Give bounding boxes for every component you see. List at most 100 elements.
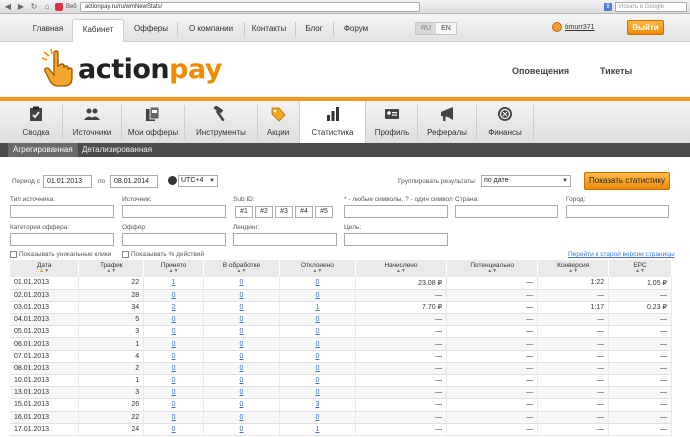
column-header-processing[interactable]: В обработке ▲▼ [203,260,280,277]
cell-rejected-link[interactable]: 0 [315,292,319,299]
show-unique-clicks-checkbox[interactable]: Показывать уникальные клики [10,251,111,258]
timezone-select[interactable]: UTC+4 ▼ [178,175,218,187]
nav-promotions[interactable]: Акции [258,101,298,143]
landing-input[interactable] [233,233,337,246]
cell-rejected-link[interactable]: 0 [315,414,319,421]
cell-rejected-link[interactable]: 1 [315,304,319,311]
subid-4-button[interactable]: #4 [295,206,313,218]
nav-finance[interactable]: Финансы [477,101,533,143]
lang-en[interactable]: EN [436,23,456,34]
cell-rejected-link[interactable]: 1 [315,426,319,433]
tab-aggregated[interactable]: Агрегированная [8,143,78,157]
cell-accepted-link[interactable]: 0 [172,401,176,408]
cell-rejected-link[interactable]: 0 [315,341,319,348]
period-to-input[interactable]: 08.01.2014 [110,175,158,188]
cell-accepted-link[interactable]: 0 [172,426,176,433]
topnav-blog[interactable]: Блог [297,19,331,42]
source-input[interactable] [122,205,226,218]
column-header-accrued[interactable]: Начислено ▲▼ [355,260,448,277]
reload-icon[interactable]: ↻ [29,2,39,12]
lang-ru[interactable]: RU [416,23,436,34]
cell-processing-link[interactable]: 0 [240,341,244,348]
column-header-accepted[interactable]: Принято ▲▼ [143,260,204,277]
cell-rejected-link[interactable]: 0 [315,389,319,396]
cell-accepted-link[interactable]: 0 [172,365,176,372]
topnav-home[interactable]: Главная [28,19,68,42]
column-header-traffic[interactable]: Трафик ▲▼ [78,260,145,277]
cell-accepted-link[interactable]: 0 [172,389,176,396]
goal-input[interactable] [344,233,448,246]
cell-rejected-link[interactable]: 0 [315,353,319,360]
topnav-forum[interactable]: Форум [335,19,377,42]
actionpay-logo[interactable]: actionpay [40,48,222,90]
cell-processing-link[interactable]: 0 [240,426,244,433]
back-icon[interactable]: ◀ [3,2,13,12]
username-link[interactable]: timurr371 [565,24,595,31]
nav-profile[interactable]: Профиль [367,101,417,143]
cell-processing-link[interactable]: 0 [240,279,244,286]
cell-rejected-link[interactable]: 0 [315,328,319,335]
cell-processing-link[interactable]: 0 [240,316,244,323]
nav-referrals[interactable]: Рефералы [418,101,476,143]
subid-1-button[interactable]: #1 [235,206,253,218]
offer-input[interactable] [122,233,226,246]
cell-accepted-link[interactable]: 1 [172,279,176,286]
user-menu[interactable]: timurr371 [552,22,595,32]
source-type-input[interactable] [10,205,114,218]
cell-accepted-link[interactable]: 0 [172,377,176,384]
nav-summary[interactable]: Сводка [10,101,62,143]
nav-my-offers[interactable]: Мои офферы [122,101,184,143]
cell-processing-link[interactable]: 0 [240,414,244,421]
tab-detailed[interactable]: Детализированная [77,143,157,157]
browser-search-input[interactable]: Искать в Google [615,1,687,12]
nav-statistics[interactable]: Статистика [299,101,366,143]
cell-rejected-link[interactable]: 0 [315,316,319,323]
cell-processing-link[interactable]: 0 [240,365,244,372]
subid-5-button[interactable]: #5 [315,206,333,218]
cell-accepted-link[interactable]: 0 [172,328,176,335]
topnav-contacts[interactable]: Контакты [246,19,292,42]
topnav-cabinet[interactable]: Кабинет [72,19,124,42]
cell-accepted-link[interactable]: 0 [172,316,176,323]
column-header-epc[interactable]: EPC ▲▼ [608,260,672,277]
search-engine-icon[interactable]: 8 [604,2,612,11]
show-percent-actions-checkbox[interactable]: Показывать % действий [122,251,204,258]
column-header-conversion[interactable]: Конверсия ▲▼ [537,260,610,277]
topnav-offers[interactable]: Офферы [128,19,174,42]
browser-tab-label[interactable]: Веб [66,4,77,10]
country-input[interactable] [455,205,558,218]
cell-accepted-link[interactable]: 0 [172,292,176,299]
cell-accepted-link[interactable]: 0 [172,414,176,421]
logout-button[interactable]: Выйти [627,20,664,35]
column-header-rejected[interactable]: Отклонено ▲▼ [279,260,356,277]
cell-accepted-link[interactable]: 0 [172,353,176,360]
cell-processing-link[interactable]: 0 [240,353,244,360]
cell-processing-link[interactable]: 0 [240,401,244,408]
tickets-link[interactable]: Тикеты [600,66,632,76]
show-statistics-button[interactable]: Показать статистику [584,172,670,190]
cell-processing-link[interactable]: 0 [240,328,244,335]
subid-2-button[interactable]: #2 [255,206,273,218]
cell-processing-link[interactable]: 0 [240,377,244,384]
cell-rejected-link[interactable]: 3 [315,401,319,408]
cell-rejected-link[interactable]: 0 [315,377,319,384]
period-from-input[interactable]: 01.01.2013 [43,175,92,188]
nav-sources[interactable]: Источники [63,101,121,143]
column-header-date[interactable]: Дата ▲▼ [10,260,80,277]
group-results-select[interactable]: по дате ▼ [481,175,571,187]
city-input[interactable] [566,205,669,218]
address-bar[interactable]: actionpay.ru/ru/wmNewStats/ [79,1,420,12]
cell-processing-link[interactable]: 0 [240,292,244,299]
cell-accepted-link[interactable]: 2 [172,304,176,311]
subid-input[interactable] [344,205,448,218]
cell-accepted-link[interactable]: 0 [172,341,176,348]
cell-processing-link[interactable]: 0 [240,304,244,311]
old-version-link[interactable]: Перейти к старой версии страницы [568,251,675,258]
topnav-about[interactable]: О компании [181,19,241,42]
home-icon[interactable]: ⌂ [42,2,52,12]
subid-3-button[interactable]: #3 [275,206,293,218]
notifications-link[interactable]: Оповещения [512,66,569,76]
cell-rejected-link[interactable]: 0 [315,279,319,286]
column-header-potential[interactable]: Потенциально ▲▼ [446,260,539,277]
nav-tools[interactable]: Инструменты [185,101,257,143]
